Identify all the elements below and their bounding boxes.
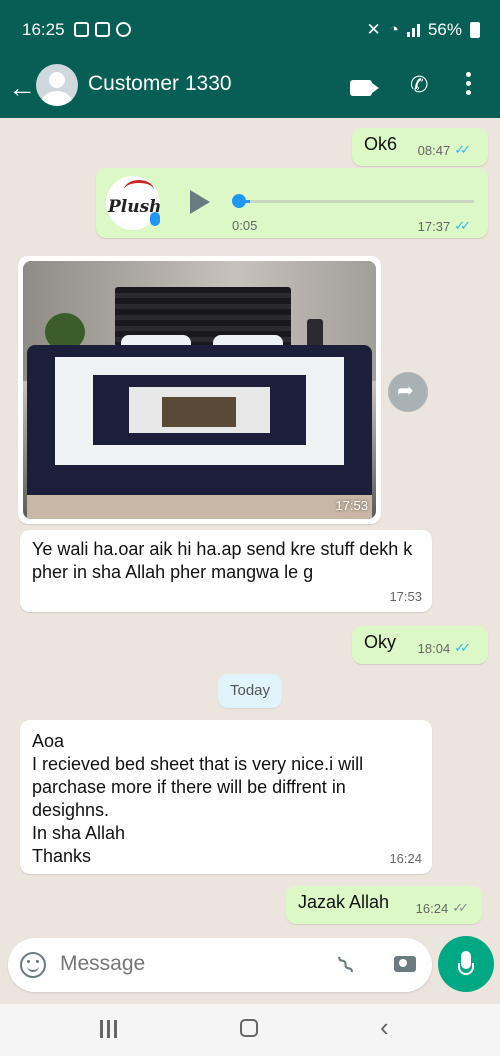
- image-message[interactable]: 17:53: [18, 256, 381, 524]
- emoji-icon[interactable]: [20, 952, 46, 978]
- mute-icon: ✕: [366, 20, 381, 39]
- bedsheet-photo[interactable]: 17:53: [23, 261, 376, 519]
- whatsapp-icon: [116, 22, 131, 37]
- message-bubble[interactable]: Ok6 08:47 ✓✓: [352, 128, 488, 166]
- message-bubble[interactable]: Aoa I recieved bed sheet that is very ni…: [20, 720, 432, 874]
- message-text: Oky: [364, 632, 397, 652]
- status-time: 16:25: [22, 20, 65, 39]
- attach-icon[interactable]: ⌇: [332, 950, 362, 982]
- forward-icon[interactable]: [388, 372, 428, 412]
- message-list: Ok6 08:47 ✓✓ Plush 0:05 17:37 ✓✓ 17:53 ➦…: [0, 118, 500, 938]
- message-input[interactable]: Message: [60, 952, 145, 976]
- nav-back-icon[interactable]: ‹: [380, 1012, 389, 1043]
- message-time: 17:53: [335, 498, 368, 513]
- status-bar: 16:25 ✕ ◔ 56%: [0, 0, 500, 62]
- recent-apps-icon[interactable]: [100, 1020, 118, 1038]
- mic-badge-icon: [150, 212, 160, 226]
- audio-scrubber-handle[interactable]: [232, 194, 246, 208]
- message-composer[interactable]: Message ⌇: [8, 938, 432, 992]
- audio-progress-track[interactable]: [238, 200, 474, 203]
- mic-button[interactable]: [438, 936, 494, 992]
- back-arrow-icon[interactable]: ←: [8, 72, 36, 104]
- play-icon[interactable]: [190, 190, 210, 214]
- message-text: Ye wali ha.oar aik hi ha.ap send kre stu…: [32, 539, 413, 582]
- system-nav-bar: ‹: [0, 1004, 500, 1056]
- message-time: 17:37: [417, 218, 451, 234]
- battery-percentage: 56%: [427, 20, 462, 39]
- wifi-icon: ◔: [388, 20, 399, 39]
- message-bubble[interactable]: Ye wali ha.oar aik hi ha.ap send kre stu…: [20, 530, 432, 612]
- message-time: 17:53: [389, 589, 422, 604]
- message-text: Ok6: [364, 134, 398, 154]
- camera-icon[interactable]: [394, 956, 416, 972]
- notification-icons: [74, 22, 131, 37]
- date-chip: Today: [218, 674, 282, 708]
- chat-header: ← Customer 1330 ✆: [0, 62, 500, 118]
- message-time: 08:47: [417, 142, 451, 158]
- instagram-icon: [95, 22, 110, 37]
- signal-icon: [406, 23, 420, 37]
- message-text: Aoa I recieved bed sheet that is very ni…: [32, 731, 364, 866]
- message-time: 16:24: [415, 900, 449, 916]
- system-icons: ✕ ◔ 56%: [366, 20, 480, 40]
- contact-name[interactable]: Customer 1330: [88, 72, 232, 96]
- message-text: Jazak Allah: [298, 892, 390, 912]
- read-ticks-icon: ✓✓: [454, 142, 471, 157]
- sent-ticks-icon: ✓✓: [452, 900, 469, 915]
- video-call-icon[interactable]: [350, 80, 379, 96]
- message-bubble[interactable]: Jazak Allah 16:24 ✓✓: [286, 886, 482, 924]
- voice-message[interactable]: Plush 0:05 17:37 ✓✓: [96, 168, 488, 238]
- more-options-icon[interactable]: [466, 72, 471, 95]
- read-ticks-icon: ✓✓: [454, 640, 471, 655]
- read-ticks-icon: ✓✓: [454, 218, 471, 233]
- voice-duration: 0:05: [232, 218, 258, 233]
- message-time: 16:24: [389, 851, 422, 866]
- contact-avatar[interactable]: [36, 64, 78, 106]
- battery-icon: [470, 22, 480, 38]
- phone-call-icon[interactable]: ✆: [410, 72, 428, 98]
- message-time: 18:04: [417, 640, 451, 656]
- gallery-icon: [74, 22, 89, 37]
- home-icon[interactable]: [240, 1019, 258, 1037]
- message-bubble[interactable]: Oky 18:04 ✓✓: [352, 626, 488, 664]
